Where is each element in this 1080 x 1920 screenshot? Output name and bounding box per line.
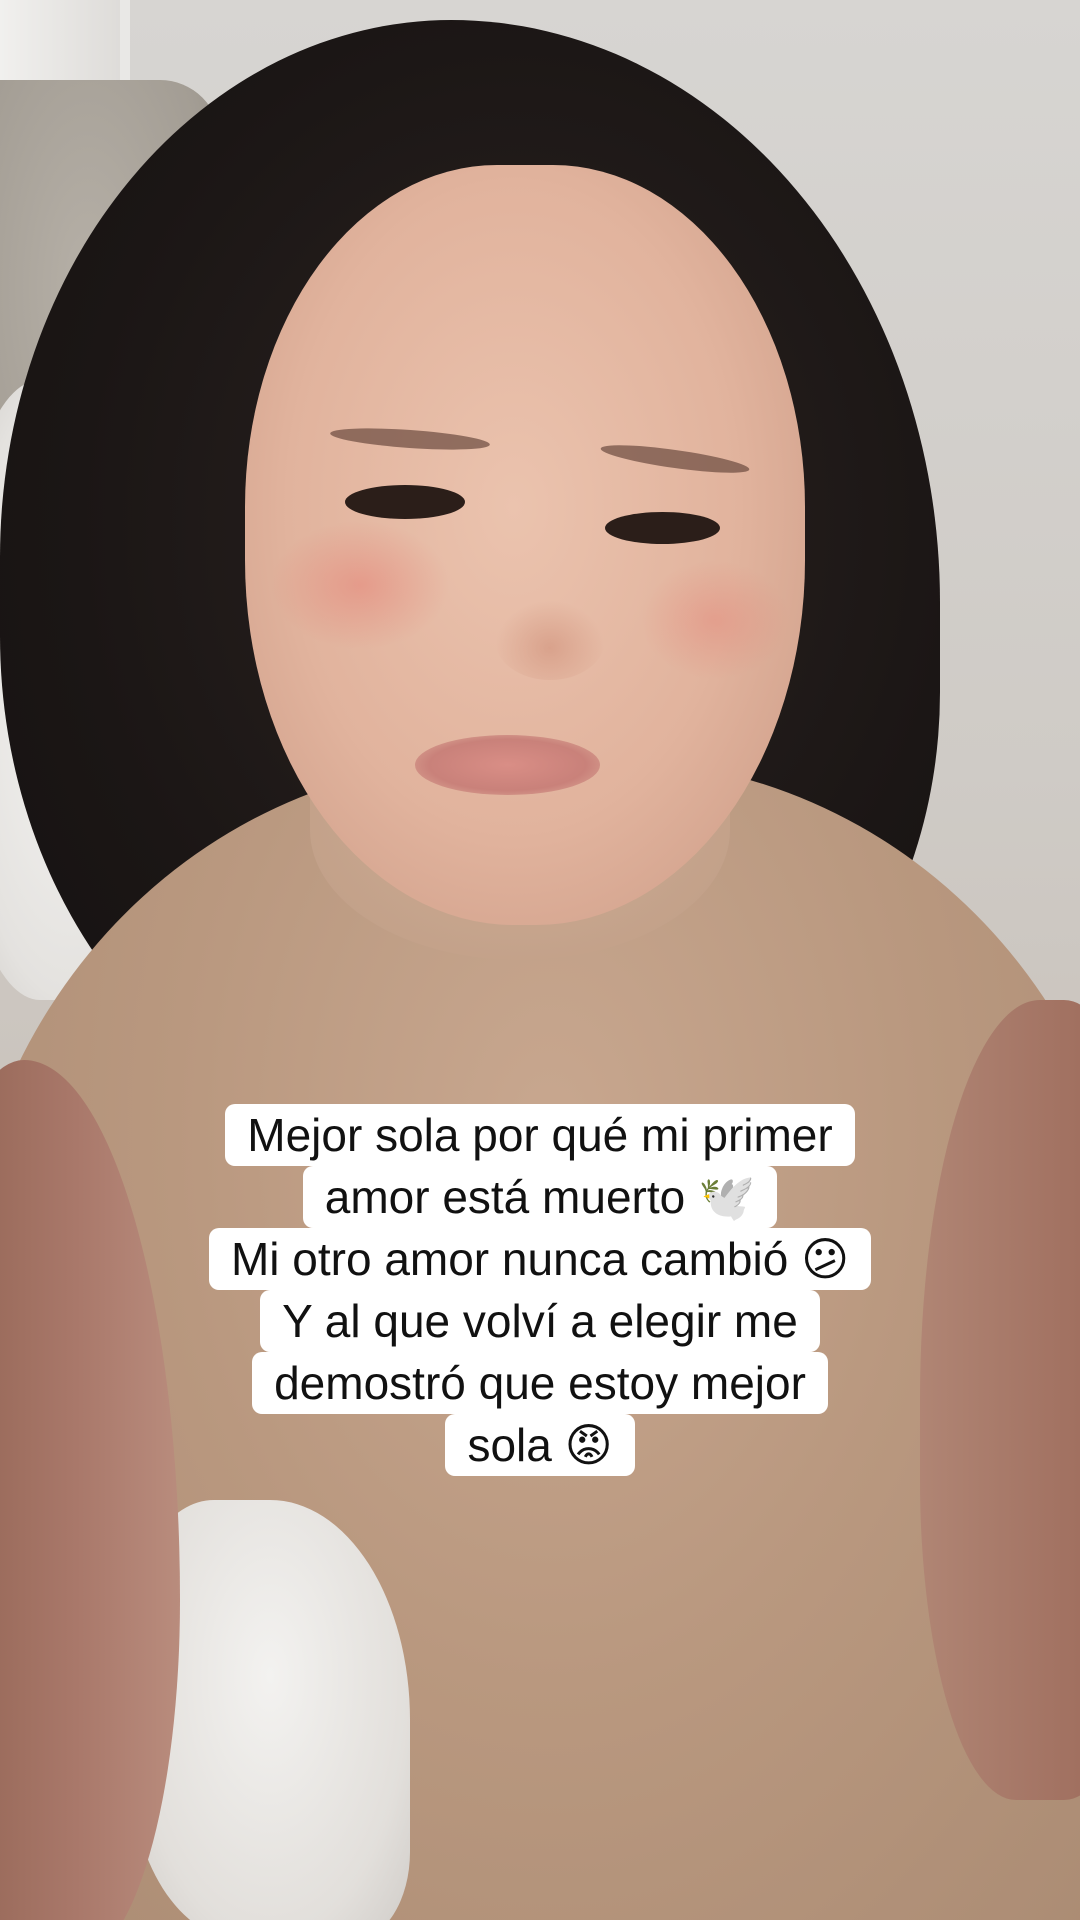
caption-line-3: Mi otro amor nunca cambió 😕	[208, 1228, 872, 1290]
eye-left	[345, 485, 465, 519]
cheek-left	[270, 520, 450, 650]
caption-line-2: amor está muerto 🕊️	[302, 1166, 778, 1228]
eye-right	[605, 512, 720, 544]
caption-line-5: demostró que estoy mejor	[252, 1352, 828, 1414]
nose	[495, 600, 605, 680]
caption-line-1: Mejor sola por qué mi primer	[225, 1104, 855, 1166]
video-frame[interactable]: Mejor sola por qué mi primer amor está m…	[0, 0, 1080, 1920]
caption-line-4: Y al que volví a elegir me	[260, 1290, 820, 1352]
caption-overlay: Mejor sola por qué mi primer amor está m…	[0, 1104, 1080, 1476]
cheek-right	[640, 560, 790, 680]
caption-line-6: sola 😡	[445, 1414, 635, 1476]
lips	[415, 735, 600, 795]
